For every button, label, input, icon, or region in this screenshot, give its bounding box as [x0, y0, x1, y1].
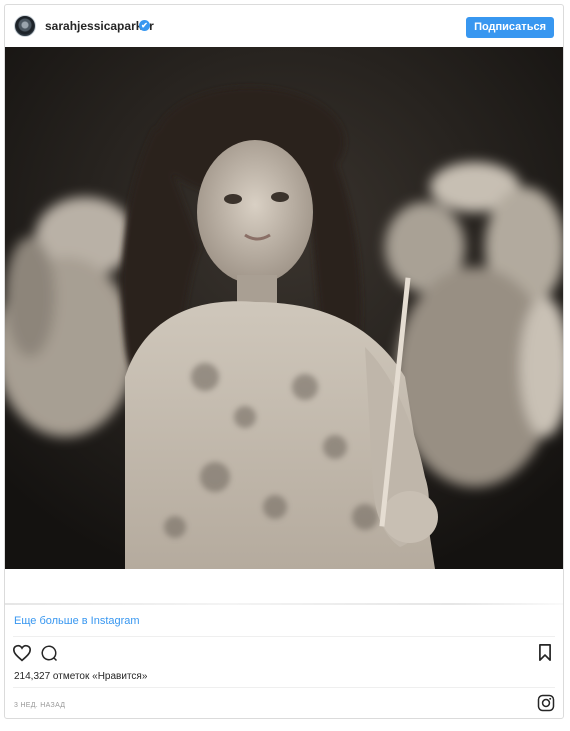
post-header: sarahjessicaparker ✔ Подписаться — [5, 5, 563, 47]
photo-strip — [5, 569, 563, 605]
comment-icon[interactable] — [40, 644, 58, 662]
avatar[interactable] — [14, 15, 36, 37]
bookmark-icon[interactable] — [538, 644, 552, 661]
username[interactable]: sarahjessicaparker — [45, 19, 154, 33]
verified-badge-icon: ✔ — [139, 20, 150, 31]
follow-button[interactable]: Подписаться — [466, 17, 554, 38]
action-bar — [5, 641, 563, 667]
instagram-logo-icon[interactable] — [537, 694, 555, 712]
instagram-embed: sarahjessicaparker ✔ Подписаться Еще бол… — [4, 4, 564, 719]
more-on-instagram-link[interactable]: Еще больше в Instagram — [14, 615, 140, 627]
divider — [5, 603, 563, 605]
divider — [13, 687, 555, 688]
divider — [13, 636, 555, 637]
post-time: 3 НЕД. НАЗАД — [14, 702, 66, 709]
heart-icon[interactable] — [12, 644, 32, 662]
likes-count: 214,327 отметок «Нравится» — [14, 671, 148, 682]
photo-image — [5, 47, 563, 569]
post-photo[interactable] — [5, 47, 563, 569]
